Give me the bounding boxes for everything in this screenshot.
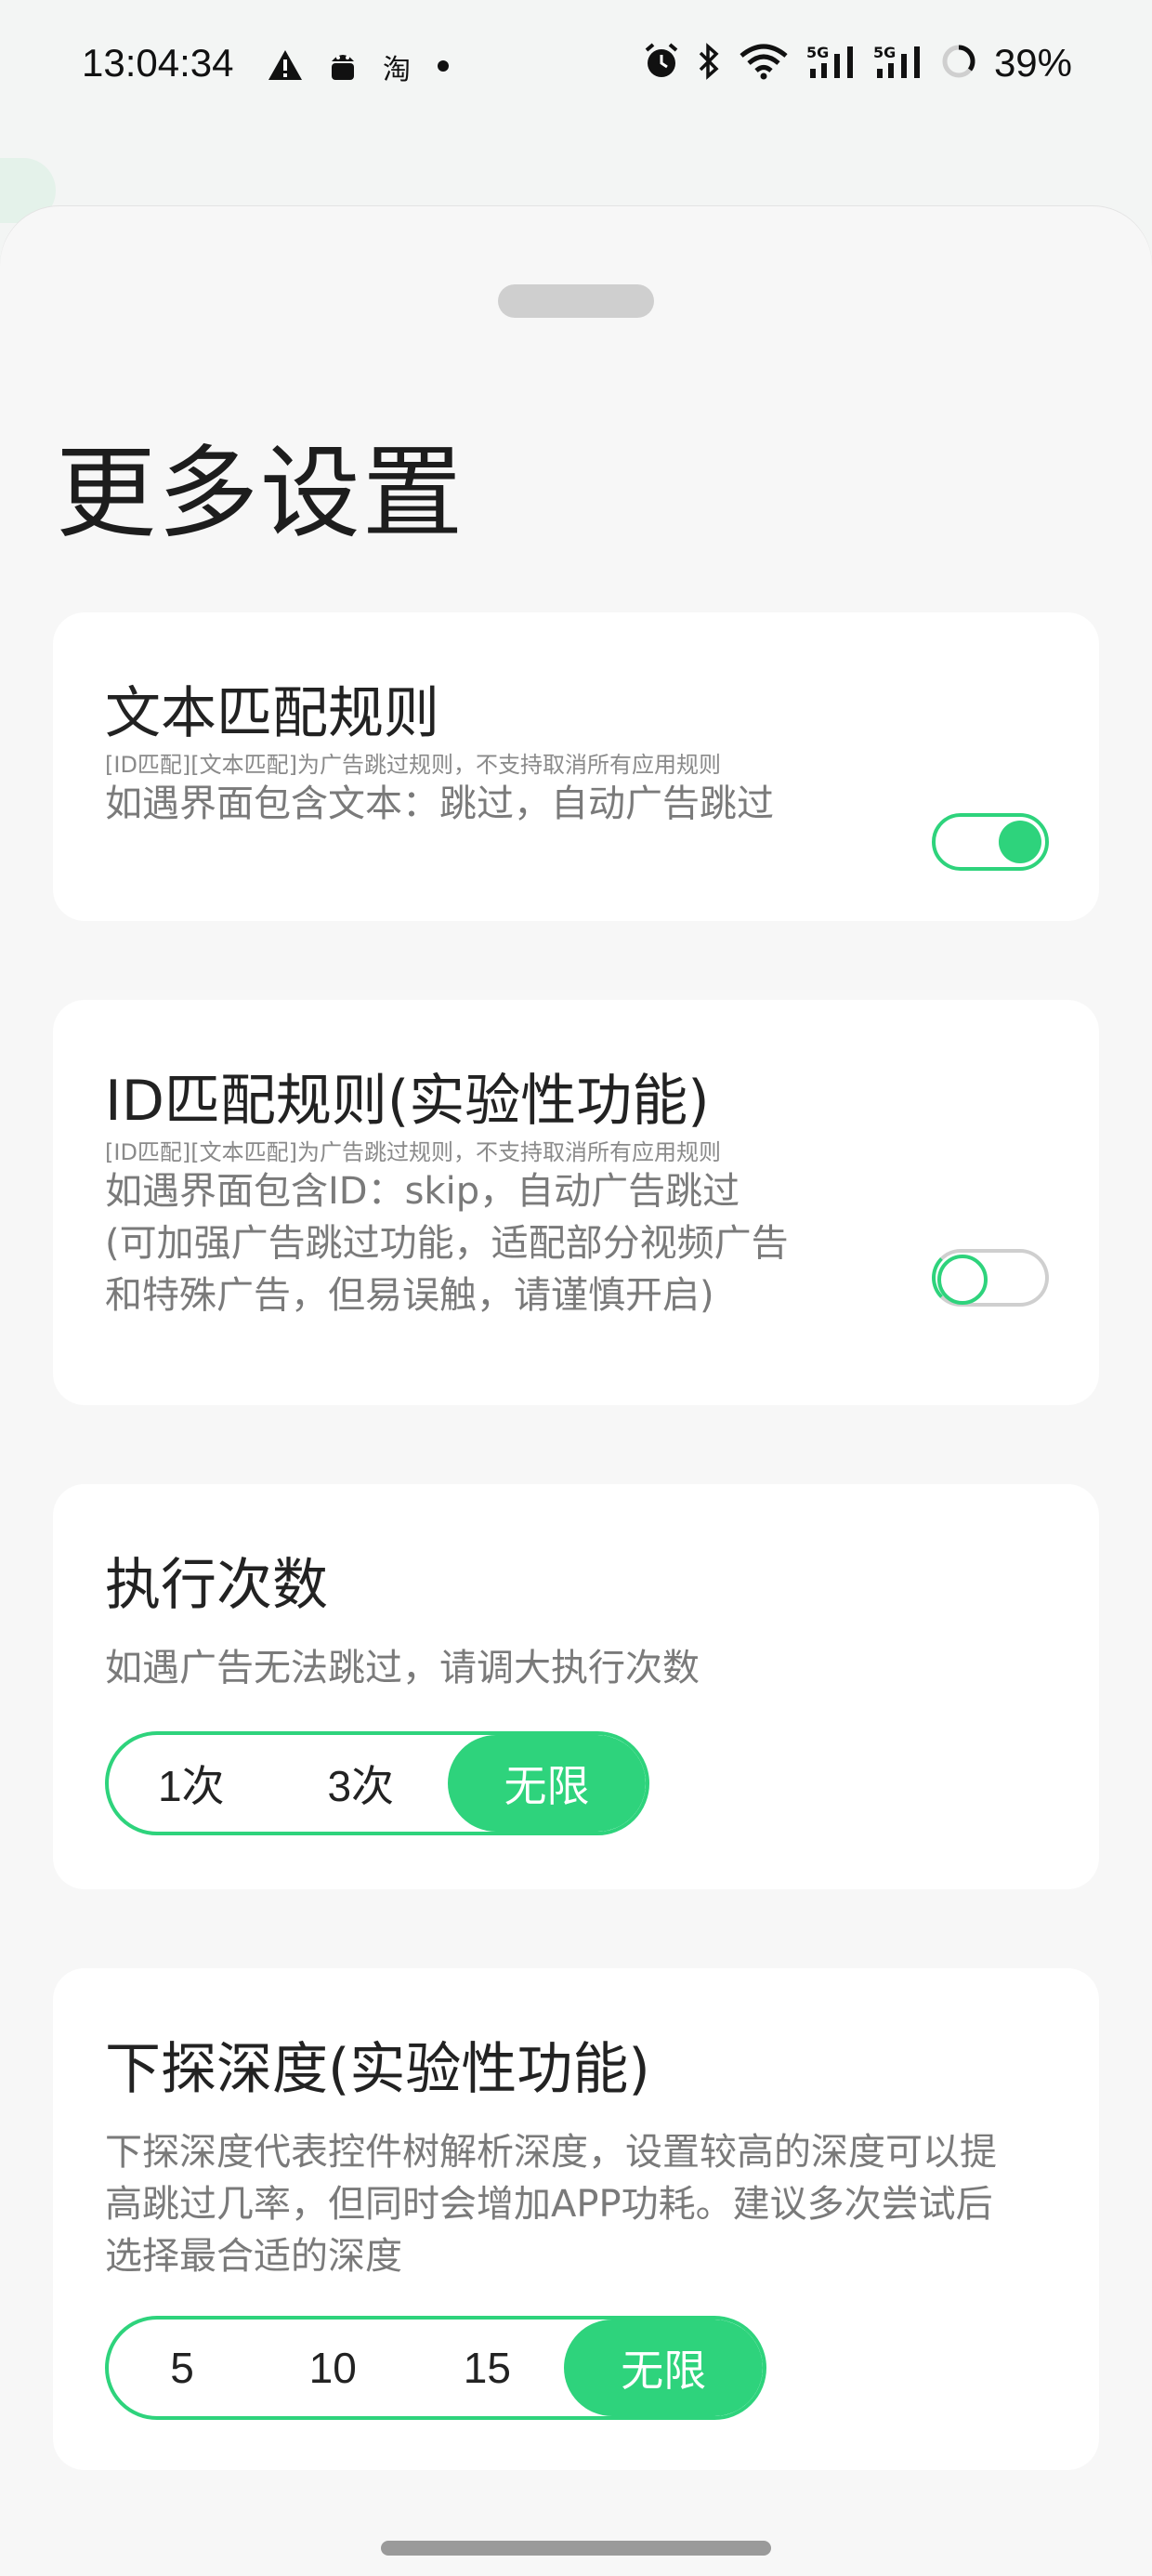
wifi-icon <box>738 43 790 84</box>
bluetooth-icon <box>697 43 721 84</box>
id-rule-title: ID匹配规则(实验性功能) <box>105 1069 710 1134</box>
exec-count-title: 执行次数 <box>105 1553 328 1618</box>
exec-count-option-3[interactable]: 3次 <box>274 1735 448 1832</box>
toggle-knob <box>937 1255 988 1305</box>
depth-desc-line1: 下探深度代表控件树解析深度，设置较高的深度可以提 <box>105 2131 997 2174</box>
text-rule-desc: 如遇界面包含文本：跳过，自动广告跳过 <box>105 782 774 825</box>
status-right-icons: 5G 5G 39% <box>643 41 1072 85</box>
taobao-icon: 淘 <box>383 54 411 86</box>
depth-card: 下探深度(实验性功能) 下探深度代表控件树解析深度，设置较高的深度可以提 高跳过… <box>53 1968 1099 2470</box>
status-bar: 13:04:34 淘 5G 5G 39% <box>0 0 1152 139</box>
signal-5g-icon: 5G <box>873 43 923 84</box>
status-time: 13:04:34 <box>82 41 234 85</box>
depth-segmented: 5 10 15 无限 <box>105 2316 766 2420</box>
depth-option-10[interactable]: 10 <box>255 2320 410 2416</box>
page-title: 更多设置 <box>56 436 465 552</box>
id-rule-desc-line3: 和特殊广告，但易误触，请谨慎开启) <box>105 1274 714 1317</box>
depth-option-15[interactable]: 15 <box>410 2320 564 2416</box>
text-rule-card: 文本匹配规则 [ID匹配][文本匹配]为广告跳过规则，不支持取消所有应用规则 如… <box>53 612 1099 921</box>
depth-desc-line2: 高跳过几率，但同时会增加APP功耗。建议多次尝试后 <box>105 2183 993 2226</box>
id-rule-card: ID匹配规则(实验性功能) [ID匹配][文本匹配]为广告跳过规则，不支持取消所… <box>53 1000 1099 1405</box>
svg-text:5G: 5G <box>873 44 896 61</box>
warning-icon <box>268 49 303 85</box>
battery-ring-icon <box>940 43 977 84</box>
toggle-knob <box>999 821 1041 863</box>
depth-title: 下探深度(实验性功能) <box>105 2037 650 2102</box>
dot-icon <box>437 59 450 76</box>
id-rule-note: [ID匹配][文本匹配]为广告跳过规则，不支持取消所有应用规则 <box>105 1139 722 1165</box>
android-icon <box>329 48 357 85</box>
exec-count-desc: 如遇广告无法跳过，请调大执行次数 <box>105 1647 700 1689</box>
svg-text:5G: 5G <box>806 44 829 61</box>
signal-5g-icon: 5G <box>806 43 857 84</box>
text-rule-title: 文本匹配规则 <box>105 681 439 746</box>
exec-count-option-1[interactable]: 1次 <box>109 1735 274 1832</box>
depth-desc-line3: 选择最合适的深度 <box>105 2235 402 2278</box>
id-rule-desc-line1: 如遇界面包含ID：skip，自动广告跳过 <box>105 1170 740 1213</box>
depth-option-unlimited[interactable]: 无限 <box>564 2320 763 2416</box>
text-rule-note: [ID匹配][文本匹配]为广告跳过规则，不支持取消所有应用规则 <box>105 752 722 778</box>
sheet-drag-handle[interactable] <box>498 284 654 318</box>
battery-percent: 39% <box>993 41 1072 85</box>
text-rule-toggle[interactable] <box>932 813 1049 871</box>
id-rule-toggle[interactable] <box>932 1249 1049 1307</box>
more-settings-sheet: 更多设置 文本匹配规则 [ID匹配][文本匹配]为广告跳过规则，不支持取消所有应… <box>0 206 1152 2576</box>
id-rule-desc-line2: (可加强广告跳过功能，适配部分视频广告 <box>105 1222 789 1265</box>
gesture-nav-bar[interactable] <box>381 2541 771 2556</box>
exec-count-segmented: 1次 3次 无限 <box>105 1731 649 1835</box>
exec-count-card: 执行次数 如遇广告无法跳过，请调大执行次数 1次 3次 无限 <box>53 1484 1099 1889</box>
exec-count-option-unlimited[interactable]: 无限 <box>447 1735 646 1832</box>
alarm-icon <box>643 43 680 84</box>
depth-option-5[interactable]: 5 <box>109 2320 255 2416</box>
status-left-icons: 淘 <box>268 46 450 87</box>
